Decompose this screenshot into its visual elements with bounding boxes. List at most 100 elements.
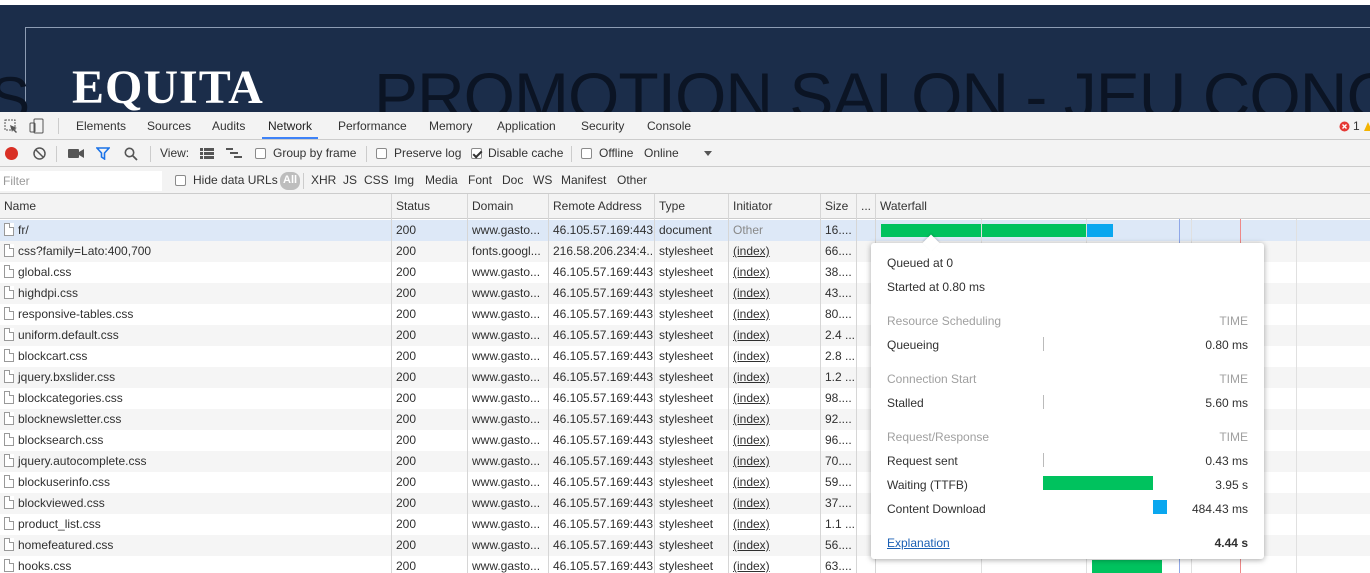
tab-application[interactable]: Application <box>496 112 557 139</box>
devtools-panel: Elements Sources Audits Network Performa… <box>0 112 1370 573</box>
group-by-frame-checkbox[interactable] <box>255 148 266 159</box>
stalled-bar <box>1043 395 1044 409</box>
error-icon[interactable] <box>1339 121 1350 132</box>
tab-elements[interactable]: Elements <box>75 112 127 139</box>
error-count[interactable]: 1 <box>1352 112 1361 139</box>
request-initiator-cell[interactable]: (index) <box>729 493 820 514</box>
request-initiator-cell[interactable]: (index) <box>729 556 820 573</box>
tab-performance[interactable]: Performance <box>337 112 408 139</box>
request-domain-cell: www.gasto... <box>472 265 541 279</box>
request-type-cell: stylesheet <box>659 517 714 531</box>
filter-bar: Hide data URLs All XHR JS CSS Img Media … <box>0 167 1370 194</box>
warning-icon[interactable] <box>1364 121 1370 132</box>
request-remote-address-cell: 46.105.57.169:443 <box>553 538 654 552</box>
request-size-cell: 38.... <box>825 265 852 279</box>
column-header-status[interactable]: Status <box>392 194 467 219</box>
banner-headline: PROMOTION SALON - JEU CONCOURS <box>374 59 1370 112</box>
timing-popover: Queued at 0 Started at 0.80 ms Resource … <box>871 234 1264 559</box>
request-initiator-cell[interactable]: (index) <box>729 325 820 346</box>
request-initiator-cell[interactable]: (index) <box>729 472 820 493</box>
tab-security[interactable]: Security <box>580 112 625 139</box>
column-header-remote-address[interactable]: Remote Address <box>549 194 654 219</box>
request-initiator-cell[interactable]: (index) <box>729 367 820 388</box>
request-type-cell: stylesheet <box>659 391 714 405</box>
request-initiator-cell[interactable]: (index) <box>729 346 820 367</box>
column-header-time[interactable]: ... <box>857 194 875 219</box>
hide-data-urls-label[interactable]: Hide data URLs <box>193 167 278 194</box>
tab-console[interactable]: Console <box>646 112 692 139</box>
inspect-element-icon[interactable] <box>4 119 19 134</box>
network-toolbar: View: Group by frame Preserve log Disabl… <box>0 140 1370 167</box>
devtools-tabbar: Elements Sources Audits Network Performa… <box>0 112 1370 140</box>
preserve-log-checkbox[interactable] <box>376 148 387 159</box>
request-status-cell: 200 <box>396 286 417 300</box>
request-type-cell: stylesheet <box>659 538 714 552</box>
tab-sources[interactable]: Sources <box>146 112 192 139</box>
waiting-ttfb-label: Waiting (TTFB) <box>887 478 968 492</box>
group-by-frame-label[interactable]: Group by frame <box>273 140 356 167</box>
request-domain-cell: www.gasto... <box>472 307 541 321</box>
tab-memory[interactable]: Memory <box>428 112 473 139</box>
throttling-select[interactable]: Online <box>644 140 679 167</box>
overview-icon[interactable] <box>226 148 242 159</box>
filter-type-js[interactable]: JS <box>343 167 357 194</box>
filter-type-css[interactable]: CSS <box>364 167 389 194</box>
filter-type-img[interactable]: Img <box>394 167 414 194</box>
disable-cache-label[interactable]: Disable cache <box>488 140 563 167</box>
tab-network[interactable]: Network <box>262 112 319 139</box>
request-initiator-cell[interactable]: (index) <box>729 535 820 556</box>
request-initiator-cell[interactable]: (index) <box>729 514 820 535</box>
filter-input[interactable] <box>0 171 162 191</box>
offline-label[interactable]: Offline <box>599 140 633 167</box>
offline-checkbox[interactable] <box>581 148 592 159</box>
filter-icon[interactable] <box>96 147 110 160</box>
tab-audits[interactable]: Audits <box>211 112 246 139</box>
table-row[interactable]: fr/200 www.gasto... 46.105.57.169:443 docum… <box>0 220 1370 241</box>
column-header-waterfall[interactable]: Waterfall <box>876 194 1076 219</box>
request-domain-cell: www.gasto... <box>472 559 541 573</box>
filter-type-xhr[interactable]: XHR <box>311 167 336 194</box>
clear-icon[interactable] <box>32 146 47 161</box>
request-domain-cell: www.gasto... <box>472 433 541 447</box>
request-initiator-cell[interactable]: (index) <box>729 409 820 430</box>
large-rows-icon[interactable] <box>200 148 214 159</box>
filter-type-all[interactable]: All <box>280 172 301 190</box>
device-toolbar-icon[interactable] <box>29 118 45 134</box>
site-logo[interactable]: EQUITA <box>72 60 264 112</box>
filter-type-manifest[interactable]: Manifest <box>561 167 606 194</box>
request-initiator-cell[interactable]: (index) <box>729 283 820 304</box>
column-header-initiator[interactable]: Initiator <box>729 194 820 219</box>
explanation-link[interactable]: Explanation <box>887 536 950 550</box>
column-header-name[interactable]: Name <box>0 194 391 219</box>
request-status-cell: 200 <box>396 433 417 447</box>
record-icon[interactable] <box>4 146 19 161</box>
filter-type-doc[interactable]: Doc <box>502 167 523 194</box>
filter-type-other[interactable]: Other <box>617 167 647 194</box>
column-divider <box>654 194 655 573</box>
request-remote-address-cell: 46.105.57.169:443 <box>553 286 654 300</box>
request-domain-cell: fonts.googl... <box>472 244 541 258</box>
filter-type-ws[interactable]: WS <box>533 167 552 194</box>
column-header-domain[interactable]: Domain <box>468 194 548 219</box>
waiting-ttfb-value: 3.95 s <box>1215 478 1248 492</box>
disable-cache-checkbox[interactable] <box>471 148 482 159</box>
filter-type-font[interactable]: Font <box>468 167 492 194</box>
filter-type-media[interactable]: Media <box>425 167 458 194</box>
search-icon[interactable] <box>124 147 138 161</box>
table-header: Name Status Domain Remote Address Type I… <box>0 194 1370 219</box>
preserve-log-label[interactable]: Preserve log <box>394 140 461 167</box>
request-initiator-cell[interactable]: (index) <box>729 304 820 325</box>
column-header-type[interactable]: Type <box>655 194 728 219</box>
hide-data-urls-checkbox[interactable] <box>175 175 186 186</box>
toolbar-separator <box>571 146 572 162</box>
request-initiator-cell[interactable]: (index) <box>729 430 820 451</box>
capture-screenshots-icon[interactable] <box>68 148 84 159</box>
chevron-down-icon[interactable] <box>704 151 712 156</box>
request-initiator-cell[interactable]: (index) <box>729 241 820 262</box>
column-header-size[interactable]: Size <box>821 194 857 219</box>
request-initiator-cell[interactable]: (index) <box>729 451 820 472</box>
request-initiator-cell[interactable]: (index) <box>729 388 820 409</box>
request-initiator-cell[interactable]: (index) <box>729 262 820 283</box>
request-type-cell: stylesheet <box>659 244 714 258</box>
request-domain-cell: www.gasto... <box>472 349 541 363</box>
